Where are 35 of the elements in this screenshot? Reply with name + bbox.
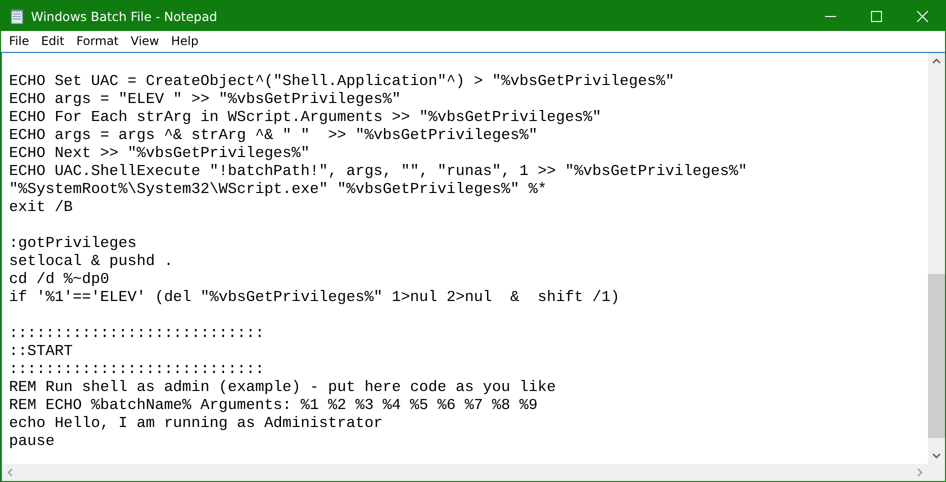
close-icon <box>916 10 928 22</box>
code-line: :::::::::::::::::::::::::::: <box>9 360 264 378</box>
code-line: if '%1'=='ELEV' (del "%vbsGetPrivileges%" 1>nul 2>nul & shift /1) <box>9 288 620 306</box>
scrollbar-thumb[interactable] <box>928 274 945 438</box>
scroll-left-icon <box>7 468 13 477</box>
code-line: ECHO UAC.ShellExecute "!batchPath!", args, "", "runas", 1 >> "%vbsGetPrivileges%" <box>9 162 748 180</box>
notepad-icon <box>9 8 25 24</box>
code-line: exit /B <box>9 198 73 216</box>
code-line: "%SystemRoot%\System32\WScript.exe" "%vbsGetPrivileges%" %* <box>9 180 547 198</box>
menu-item[interactable]: Format <box>70 31 125 51</box>
code-line: setlocal & pushd . <box>9 252 174 270</box>
scroll-up-icon <box>932 58 941 64</box>
code-line: ECHO args = args ^& strArg ^& " " >> "%vbsGetPrivileges%" <box>9 126 538 144</box>
code-line: REM ECHO %batchName% Arguments: %1 %2 %3 %4 %5 %6 %7 %8 %9 <box>9 396 538 414</box>
code-line: ::START <box>9 342 73 360</box>
menu-item[interactable]: View <box>124 31 166 51</box>
code-line: cd /d %~dp0 <box>9 270 110 288</box>
menu-item[interactable]: File <box>3 31 36 51</box>
vertical-scrollbar[interactable] <box>928 53 945 464</box>
code-line: :gotPrivileges <box>9 234 137 252</box>
menu-item[interactable]: Edit <box>35 31 70 51</box>
horizontal-scrollbar[interactable] <box>2 464 928 481</box>
maximize-icon <box>870 10 882 22</box>
scroll-right-icon <box>917 468 923 477</box>
window-title: Windows Batch File - Notepad <box>31 8 218 24</box>
code-line: pause <box>9 432 55 450</box>
menu-item[interactable]: Help <box>165 31 204 51</box>
code-line: echo Hello, I am running as Administrator <box>9 414 383 432</box>
code-line: ECHO Set UAC = CreateObject^("Shell.Application"^) > "%vbsGetPrivileges%" <box>9 72 674 90</box>
code-line: ECHO For Each strArg in WScript.Arguments >> "%vbsGetPrivileges%" <box>9 108 602 126</box>
code-line: REM Run shell as admin (example) - put here code as you like <box>9 378 556 396</box>
code-line: ECHO Next >> "%vbsGetPrivileges%" <box>9 144 310 162</box>
scroll-down-icon <box>932 453 941 459</box>
code-line: :::::::::::::::::::::::::::: <box>9 324 264 342</box>
code-line: ECHO args = "ELEV " >> "%vbsGetPrivileges%" <box>9 90 401 108</box>
